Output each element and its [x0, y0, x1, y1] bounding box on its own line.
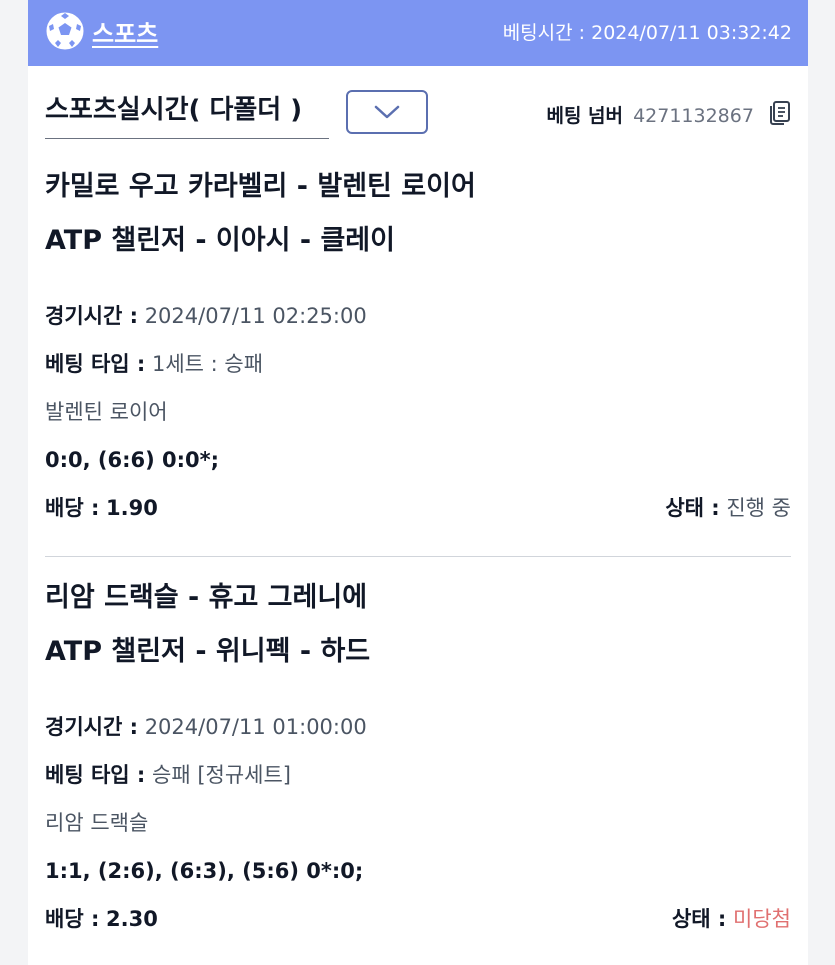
selected-type-label: 스포츠실시간( 다폴더 )	[45, 95, 303, 125]
status-badge: 진행 중	[726, 496, 791, 520]
bet-number-label: 베팅 넘버	[546, 105, 624, 127]
match-teams: 리암 드랙슬 - 휴고 그레니에	[45, 582, 368, 613]
header-bar: 스포츠 베팅시간 : 2024/07/11 03:32:42	[28, 0, 808, 66]
bet-type-selector[interactable]: 스포츠실시간( 다폴더 )	[45, 90, 329, 139]
game-time-row: 경기시간 : 2024/07/11 02:25:00	[45, 292, 791, 340]
dropdown-button[interactable]	[346, 90, 428, 134]
pick: 리암 드랙슬	[45, 811, 149, 835]
section-title: 스포츠	[92, 20, 159, 48]
odds-value: 1.90	[106, 496, 158, 520]
bet-time: 베팅시간 : 2024/07/11 03:32:42	[502, 22, 792, 44]
game-time-value: 2024/07/11 01:00:00	[144, 715, 367, 739]
bet-type-row: 베팅 타입 : 승패 [정규세트]	[45, 751, 791, 799]
match-item: 리암 드랙슬 - 휴고 그레니에 ATP 챌린저 - 위니펙 - 하드 경기시간…	[28, 571, 808, 943]
status-badge: 미당첨	[733, 907, 791, 931]
divider	[45, 556, 791, 557]
odds-label: 배당 :	[45, 907, 100, 931]
bet-number-value: 4271132867	[633, 105, 754, 127]
status-label: 상태 :	[665, 496, 720, 520]
match-league: ATP 챌린저 - 이아시 - 클레이	[45, 225, 395, 256]
copy-icon[interactable]	[768, 100, 792, 126]
match-teams: 카밀로 우고 카라벨리 - 발렌틴 로이어	[45, 171, 476, 202]
match-league: ATP 챌린저 - 위니펙 - 하드	[45, 636, 371, 667]
soccer-ball-icon	[45, 11, 85, 51]
bet-type-value: 승패 [정규세트]	[152, 763, 291, 787]
bet-card: 스포츠 베팅시간 : 2024/07/11 03:32:42 스포츠실시간( 다…	[28, 0, 808, 965]
match-item: 카밀로 우고 카라벨리 - 발렌틴 로이어 ATP 챌린저 - 이아시 - 클레…	[28, 160, 808, 532]
score: 0:0, (6:6) 0:0*;	[45, 448, 220, 472]
bet-type-value: 1세트 : 승패	[152, 352, 264, 376]
pick: 발렌틴 로이어	[45, 400, 168, 424]
game-time-label: 경기시간 :	[45, 715, 138, 739]
game-time-row: 경기시간 : 2024/07/11 01:00:00	[45, 703, 791, 751]
odds-value: 2.30	[106, 907, 158, 931]
filter-bar: 스포츠실시간( 다폴더 ) 베팅 넘버 4271132867	[28, 66, 808, 158]
odds-label: 배당 :	[45, 496, 100, 520]
score: 1:1, (2:6), (6:3), (5:6) 0*:0;	[45, 859, 364, 883]
odds-status-row: 배당 : 1.90 상태 : 진행 중	[45, 484, 791, 532]
status-label: 상태 :	[671, 907, 727, 931]
bet-type-label: 베팅 타입 :	[45, 763, 146, 787]
game-time-label: 경기시간 :	[45, 304, 138, 328]
game-time-value: 2024/07/11 02:25:00	[144, 304, 367, 328]
bet-type-label: 베팅 타입 :	[45, 352, 146, 376]
bet-type-row: 베팅 타입 : 1세트 : 승패	[45, 340, 791, 388]
odds-status-row: 배당 : 2.30 상태 : 미당첨	[45, 895, 791, 943]
chevron-down-icon	[374, 105, 400, 119]
bet-number: 베팅 넘버 4271132867	[546, 100, 792, 128]
